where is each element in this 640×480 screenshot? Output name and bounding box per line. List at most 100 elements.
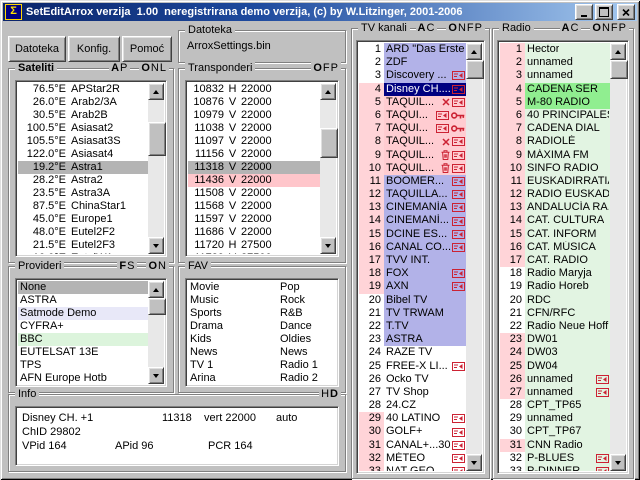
transponder-row[interactable]: 11508 V 22000	[188, 187, 320, 200]
channel-row[interactable]: 24 RAZE TV	[359, 346, 466, 359]
channel-row[interactable]: 9 TAQUIL...	[359, 149, 466, 162]
provider-scrollbar[interactable]	[148, 281, 164, 384]
channel-row[interactable]: 26 unnamed	[500, 373, 610, 386]
channel-row[interactable]: 17 TVV INT.	[359, 254, 466, 267]
channel-row[interactable]: 1 Hector	[500, 43, 610, 56]
channel-row[interactable]: 32 P-BLUES	[500, 452, 610, 465]
flag-f[interactable]: F	[323, 62, 331, 74]
channel-row[interactable]: 27 TV Shop	[359, 386, 466, 399]
channel-row[interactable]: 29 40 LATINO	[359, 412, 466, 425]
scrollbar-thumb[interactable]	[148, 298, 166, 315]
channel-row[interactable]: 21 CFN/RFC	[500, 307, 610, 320]
satellite-row[interactable]: 105.5°E Asiasat3S	[18, 135, 148, 148]
transponder-row[interactable]: 11720 H 27500	[188, 239, 320, 252]
satellite-row[interactable]: 10.0°E EutelW1	[18, 252, 148, 254]
channel-row[interactable]: 11 BOOMER...	[359, 175, 466, 188]
flag-p[interactable]: P	[120, 62, 128, 74]
transponder-row[interactable]: 11156 V 22000	[188, 148, 320, 161]
scrollbar-track[interactable]	[320, 100, 336, 237]
scrollbar-thumb[interactable]	[320, 128, 338, 158]
channel-row[interactable]: 8 RADIOLÉ	[500, 135, 610, 148]
scroll-up-button[interactable]	[148, 83, 164, 100]
channel-row[interactable]: 26 Ocko TV	[359, 373, 466, 386]
transponder-row[interactable]: 11436 V 22000	[188, 174, 320, 187]
flag-p[interactable]: P	[331, 62, 339, 74]
channel-row[interactable]: 13 CINEMANÍA	[359, 201, 466, 214]
satellite-scrollbar[interactable]	[148, 83, 164, 254]
transponder-row[interactable]: 11097 V 22000	[188, 135, 320, 148]
scrollbar-track[interactable]	[148, 100, 164, 237]
provider-row[interactable]: EUTELSAT 13E	[18, 346, 148, 359]
flag-p[interactable]: P	[619, 22, 627, 34]
channel-row[interactable]: 6 TAQUI...	[359, 109, 466, 122]
pomoc-button[interactable]: Pomoć	[122, 36, 172, 62]
satellite-row[interactable]: 19.2°E Astra1	[18, 161, 148, 174]
channel-row[interactable]: 14 CAT. CULTURA	[500, 214, 610, 227]
channel-row[interactable]: 16 CANAL CO...	[359, 241, 466, 254]
flag-o[interactable]: O	[148, 260, 158, 272]
channel-row[interactable]: 10 SINFO RADIO	[500, 162, 610, 175]
fav-row[interactable]: TV 1 Radio 1	[188, 359, 336, 372]
channel-row[interactable]: 20 RDC	[500, 294, 610, 307]
satellite-row[interactable]: 122.0°E Asiasat4	[18, 148, 148, 161]
provider-row[interactable]: CYFRA+	[18, 320, 148, 333]
channel-row[interactable]: 5 M-80 RADIO	[500, 96, 610, 109]
flag-h[interactable]: H	[321, 388, 330, 400]
channel-row[interactable]: 7 CADENA DIAL	[500, 122, 610, 135]
channel-row[interactable]: 28 24.CZ	[359, 399, 466, 412]
transponder-row[interactable]: 11686 V 22000	[188, 226, 320, 239]
channel-row[interactable]: 28 CPT_TP65	[500, 399, 610, 412]
channel-row[interactable]: 4 Disney CH....	[359, 83, 466, 96]
flag-o[interactable]: O	[448, 22, 458, 34]
channel-row[interactable]: 23 ASTRA	[359, 333, 466, 346]
maximize-button[interactable]	[595, 4, 613, 20]
channel-row[interactable]: 22 Radio Neue Hoff...	[500, 320, 610, 333]
flag-p[interactable]: P	[475, 22, 483, 34]
satellite-row[interactable]: 87.5°E ChinaStar1	[18, 200, 148, 213]
flag-o[interactable]: O	[313, 62, 323, 74]
flag-o[interactable]: O	[592, 22, 602, 34]
channel-row[interactable]: 12 TAQUILLA...	[359, 188, 466, 201]
channel-row[interactable]: 13 ANDALUCÍA RA...	[500, 201, 610, 214]
satellite-row[interactable]: 48.0°E Eutel2F2	[18, 226, 148, 239]
transponder-row[interactable]: 11739 V 27500	[188, 252, 320, 254]
transponder-row[interactable]: 10876 V 22000	[188, 96, 320, 109]
satellite-row[interactable]: 21.5°E Eutel2F3	[18, 239, 148, 252]
tv-scrollbar[interactable]	[466, 43, 482, 471]
datoteka-button[interactable]: Datoteka	[8, 36, 66, 62]
channel-row[interactable]: 5 TAQUIL...	[359, 96, 466, 109]
channel-row[interactable]: 16 CAT. MÚSICA	[500, 241, 610, 254]
channel-row[interactable]: 33 NAT GEO	[359, 465, 466, 471]
scrollbar-track[interactable]	[148, 298, 164, 367]
provider-row[interactable]: None	[18, 281, 148, 294]
channel-row[interactable]: 4 CADENA SER	[500, 83, 610, 96]
satellite-row[interactable]: 23.5°E Astra3A	[18, 187, 148, 200]
channel-row[interactable]: 22 T.TV	[359, 320, 466, 333]
tv-channel-list[interactable]: 1 ARD "Das Erste" 2 ZDF 3 Discovery ... …	[356, 40, 485, 474]
channel-row[interactable]: 29 unnamed	[500, 412, 610, 425]
transponder-row[interactable]: 11318 V 22000	[188, 161, 320, 174]
fav-list[interactable]: Movie Pop Music Rock Sports R&B Drama Da…	[185, 278, 339, 387]
channel-row[interactable]: 15 CAT. INFORM	[500, 228, 610, 241]
satellite-list[interactable]: 76.5°E APStar2R 26.0°E Arab2/3A 30.5°E A…	[15, 80, 167, 257]
scroll-up-button[interactable]	[320, 83, 336, 100]
fav-row[interactable]: Kids Oldies	[188, 333, 336, 346]
provider-row[interactable]: BBC	[18, 333, 148, 346]
channel-row[interactable]: 3 unnamed	[500, 69, 610, 82]
fav-row[interactable]: Music Rock	[188, 294, 336, 307]
fav-row[interactable]: Sports R&B	[188, 307, 336, 320]
channel-row[interactable]: 21 TV TRWAM	[359, 307, 466, 320]
channel-row[interactable]: 2 unnamed	[500, 56, 610, 69]
transponder-row[interactable]: 11597 V 22000	[188, 213, 320, 226]
flag-a[interactable]: A	[111, 62, 120, 74]
flag-f[interactable]: F	[119, 260, 127, 272]
transponder-scrollbar[interactable]	[320, 83, 336, 254]
satellite-row[interactable]: 26.0°E Arab2/3A	[18, 96, 148, 109]
channel-row[interactable]: 9 MÁXIMA FM	[500, 149, 610, 162]
channel-row[interactable]: 3 Discovery ...	[359, 69, 466, 82]
satellite-row[interactable]: 45.0°E Europe1	[18, 213, 148, 226]
flag-o[interactable]: O	[141, 62, 151, 74]
provider-list[interactable]: None ASTRA Satmode Demo CYFRA+ BBC EUTEL…	[15, 278, 167, 387]
fav-row[interactable]: Drama Dance	[188, 320, 336, 333]
flag-d[interactable]: D	[330, 388, 339, 400]
